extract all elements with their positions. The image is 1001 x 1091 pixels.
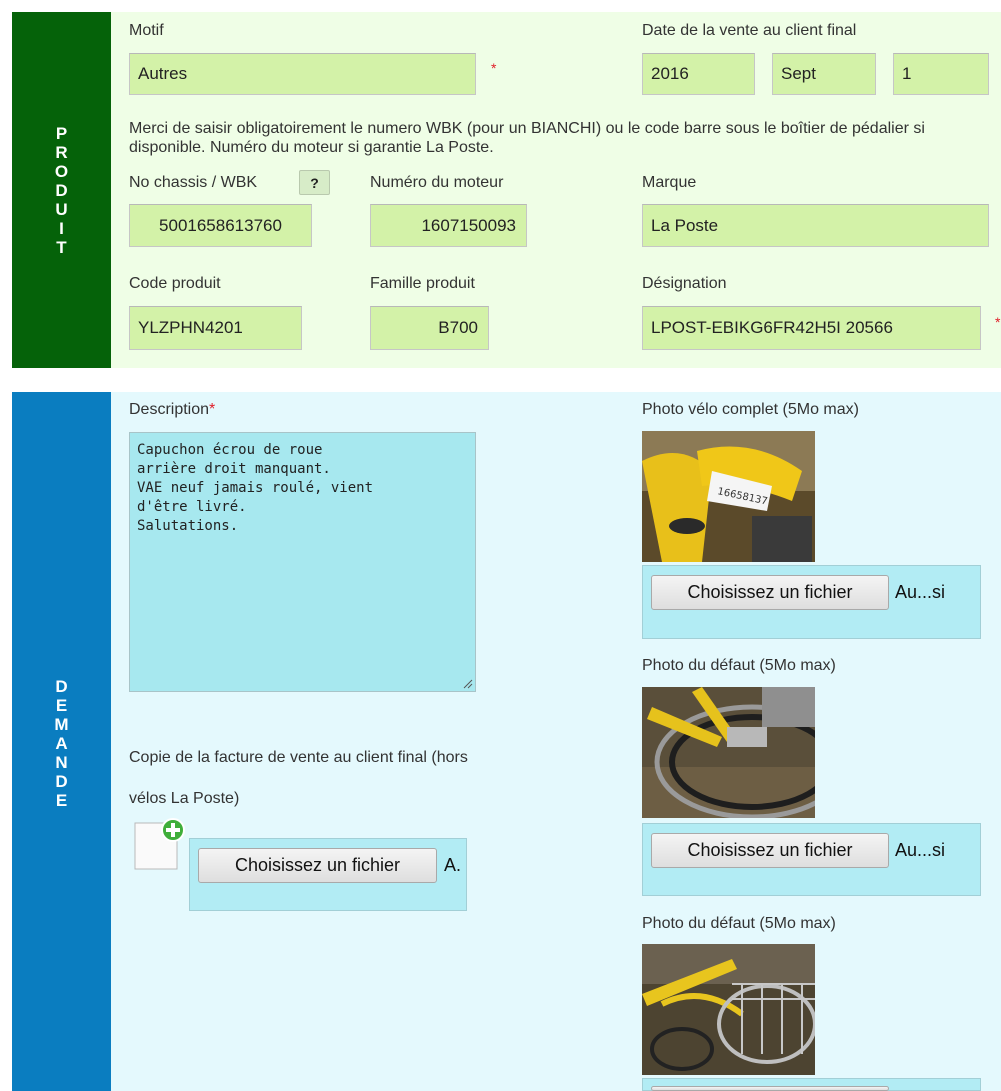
moteur-label: Numéro du moteur [370, 174, 504, 191]
photo-defaut-2-label: Photo du défaut (5Mo max) [642, 915, 836, 932]
marque-label: Marque [642, 174, 697, 191]
date-month-field[interactable]: Sept [772, 53, 876, 95]
photo-defaut-1-file-button[interactable]: Choisissez un fichier [651, 833, 889, 868]
date-vente-label: Date de la vente au client final [642, 22, 857, 39]
designation-field[interactable]: LPOST-EBIKG6FR42H5I 20566 [642, 306, 981, 350]
photo-defaut-2-thumbnail [642, 944, 815, 1075]
designation-required-mark: * [995, 314, 1001, 330]
famille-produit-label: Famille produit [370, 275, 475, 292]
description-required-mark: * [209, 401, 216, 418]
code-produit-field[interactable]: YLZPHN4201 [129, 306, 302, 350]
photo-defaut-1-label: Photo du défaut (5Mo max) [642, 657, 836, 674]
demande-sidebar: D E M A N D E [12, 392, 111, 1091]
photo-complet-thumbnail: 16658137 [642, 431, 815, 562]
demande-sidebar-label: D E M A N D E [54, 677, 69, 810]
designation-label: Désignation [642, 275, 727, 292]
chassis-field[interactable]: 5001658613760 [129, 204, 312, 247]
photo-complet-label: Photo vélo complet (5Mo max) [642, 401, 859, 418]
facture-file-button[interactable]: Choisissez un fichier [198, 848, 437, 883]
produit-sidebar: P R O D U I T [12, 12, 111, 368]
date-year-field[interactable]: 2016 [642, 53, 755, 95]
motif-required-mark: * [491, 60, 497, 76]
moteur-field[interactable]: 1607150093 [370, 204, 527, 247]
photo-defaut-1-file-name: Au...si [895, 840, 946, 860]
marque-field[interactable]: La Poste [642, 204, 989, 247]
produit-sidebar-label: P R O D U I T [54, 123, 69, 257]
photo-defaut-2-file-button[interactable]: Choisissez un fichier [651, 1086, 889, 1091]
description-textarea[interactable]: Capuchon écrou de roue arrière droit man… [129, 432, 476, 692]
motif-select[interactable]: Autres [129, 53, 476, 95]
facture-file-name: A. [444, 855, 462, 875]
textarea-resize-handle[interactable] [463, 679, 473, 689]
photo-complet-file-button[interactable]: Choisissez un fichier [651, 575, 889, 610]
code-produit-label: Code produit [129, 275, 221, 292]
description-label: Description* [129, 401, 216, 418]
wbk-instruction-text: Merci de saisir obligatoirement le numer… [129, 120, 925, 156]
date-day-field[interactable]: 1 [893, 53, 989, 95]
chassis-help-button[interactable]: ? [299, 170, 330, 195]
facture-label-line2: vélos La Poste) [129, 790, 240, 807]
add-document-icon [134, 818, 185, 870]
photo-defaut-1-thumbnail [642, 687, 815, 818]
photo-complet-file-name: Au...si [895, 582, 946, 602]
facture-label-line1: Copie de la facture de vente au client f… [129, 749, 468, 766]
chassis-label: No chassis / WBK [129, 174, 258, 191]
famille-produit-field[interactable]: B700 [370, 306, 489, 350]
motif-label: Motif [129, 22, 164, 39]
